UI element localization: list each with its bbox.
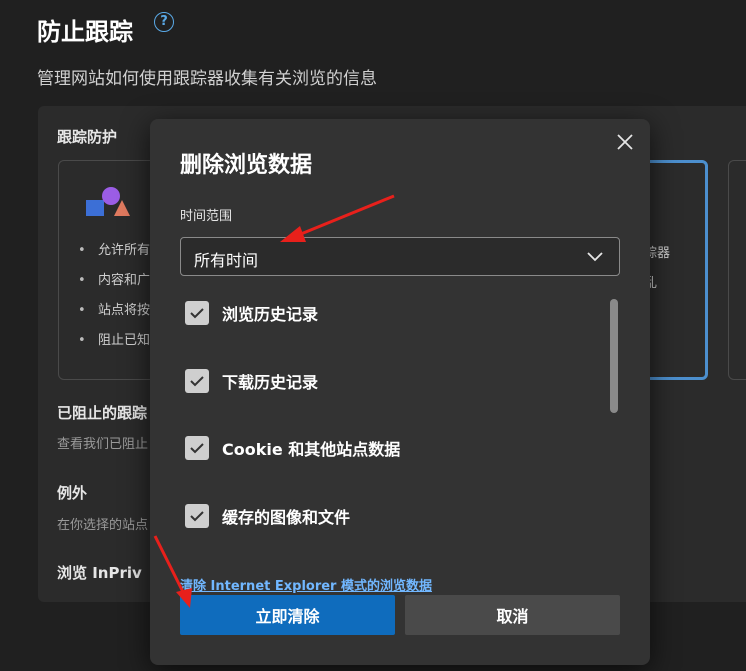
exceptions-heading[interactable]: 例外	[57, 482, 87, 503]
list-item: • 允许所有	[78, 243, 151, 258]
basic-tracking-bullets: • 允许所有 • 内容和广 • 站点将按 • 阻止已知	[78, 240, 150, 360]
option-download-history[interactable]: 下载历史记录	[185, 367, 318, 395]
list-item: • 阻止已知	[78, 333, 151, 348]
option-browsing-history[interactable]: 浏览历史记录	[185, 299, 318, 327]
exceptions-description: 在你选择的站点	[57, 518, 149, 533]
time-range-select[interactable]: 所有时间	[180, 237, 620, 276]
page-title: 防止跟踪	[37, 18, 133, 46]
blocked-trackers-description: 查看我们已阻止	[57, 437, 149, 452]
ie-mode-clear-link[interactable]: 清除 Internet Explorer 模式的浏览数据	[180, 575, 432, 594]
inprivate-heading: 浏览 InPriv	[57, 564, 142, 582]
cancel-button[interactable]: 取消	[405, 595, 620, 635]
page-subtitle: 管理网站如何使用跟踪器收集有关浏览的信息	[37, 69, 377, 89]
tracking-prevention-label: 跟踪防护	[57, 128, 118, 146]
list-item: • 站点将按	[78, 303, 151, 318]
option-cookies[interactable]: Cookie 和其他站点数据	[185, 434, 400, 462]
tracking-option-card-strict[interactable]	[728, 160, 746, 380]
option-label: 下载历史记录	[222, 373, 319, 392]
option-label: 缓存的图像和文件	[222, 508, 351, 527]
options-scrollbar[interactable]	[610, 299, 618, 413]
clear-now-button[interactable]: 立即清除	[180, 595, 395, 635]
option-cached-files[interactable]: 缓存的图像和文件	[185, 502, 350, 530]
checkbox-checked[interactable]	[185, 504, 209, 528]
shapes-illustration-icon	[86, 187, 130, 216]
time-range-label: 时间范围	[180, 209, 233, 224]
checkmark-icon	[190, 511, 204, 522]
checkbox-checked[interactable]	[185, 436, 209, 460]
list-item: • 内容和广	[78, 273, 151, 288]
clear-browsing-data-dialog: 删除浏览数据 时间范围 所有时间 浏览历史记录 下载历史记录 Cookie 和其…	[150, 119, 650, 665]
help-icon[interactable]: ?	[154, 12, 174, 32]
dialog-title: 删除浏览数据	[180, 153, 313, 178]
option-label: 浏览历史记录	[222, 305, 319, 324]
close-icon[interactable]	[612, 129, 638, 155]
checkmark-icon	[190, 308, 204, 319]
option-label: Cookie 和其他站点数据	[222, 440, 401, 459]
checkmark-icon	[190, 443, 204, 454]
chevron-down-icon	[587, 252, 603, 262]
checkbox-checked[interactable]	[185, 301, 209, 325]
checkmark-icon	[190, 376, 204, 387]
blocked-trackers-heading[interactable]: 已阻止的跟踪	[57, 402, 147, 423]
checkbox-checked[interactable]	[185, 369, 209, 393]
time-range-value: 所有时间	[194, 251, 259, 270]
